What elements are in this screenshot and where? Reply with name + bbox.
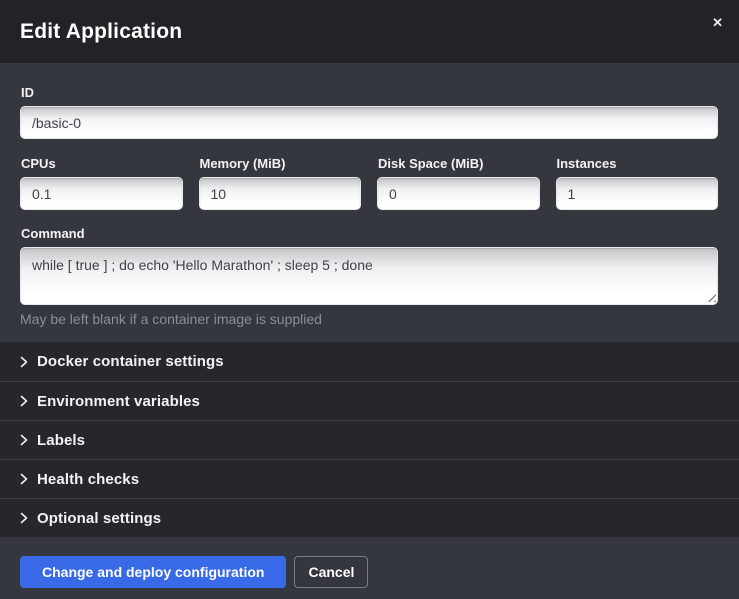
command-help-text: May be left blank if a container image i… [20, 311, 718, 327]
section-label: Health checks [37, 471, 139, 488]
section-label: Optional settings [37, 510, 161, 527]
chevron-right-icon [20, 512, 28, 524]
command-textarea-wrap: while [ true ] ; do echo 'Hello Marathon… [20, 247, 718, 305]
section-label: Docker container settings [37, 353, 224, 370]
resources-row: CPUs Memory (MiB) Disk Space (MiB) Insta… [20, 156, 718, 210]
instances-input[interactable] [556, 177, 719, 210]
section-environment-variables[interactable]: Environment variables [0, 381, 739, 420]
section-health-checks[interactable]: Health checks [0, 459, 739, 498]
cpus-label: CPUs [21, 156, 183, 171]
disk-input[interactable] [377, 177, 540, 210]
settings-accordion: Docker container settings Environment va… [0, 342, 739, 537]
cpus-input[interactable] [20, 177, 183, 210]
command-textarea[interactable]: while [ true ] ; do echo 'Hello Marathon… [20, 247, 718, 305]
section-optional-settings[interactable]: Optional settings [0, 498, 739, 537]
disk-field-group: Disk Space (MiB) [377, 156, 540, 210]
chevron-right-icon [20, 473, 28, 485]
modal-footer: Change and deploy configuration Cancel [0, 537, 739, 599]
instances-field-group: Instances [556, 156, 719, 210]
chevron-right-icon [20, 356, 28, 368]
command-label: Command [21, 226, 718, 241]
memory-label: Memory (MiB) [200, 156, 362, 171]
section-labels[interactable]: Labels [0, 420, 739, 459]
section-docker-container-settings[interactable]: Docker container settings [0, 342, 739, 381]
close-icon[interactable]: ✕ [710, 14, 725, 31]
instances-label: Instances [557, 156, 719, 171]
memory-field-group: Memory (MiB) [199, 156, 362, 210]
change-and-deploy-button[interactable]: Change and deploy configuration [20, 556, 286, 588]
disk-label: Disk Space (MiB) [378, 156, 540, 171]
modal-header: Edit Application ✕ [0, 1, 739, 63]
id-label: ID [21, 85, 718, 100]
cancel-button[interactable]: Cancel [294, 556, 368, 588]
id-input[interactable] [20, 106, 718, 139]
section-label: Environment variables [37, 393, 200, 410]
modal-title: Edit Application [20, 20, 182, 44]
memory-input[interactable] [199, 177, 362, 210]
chevron-right-icon [20, 434, 28, 446]
id-field-group: ID [20, 85, 718, 139]
command-field-group: Command while [ true ] ; do echo 'Hello … [20, 226, 718, 327]
cpus-field-group: CPUs [20, 156, 183, 210]
section-label: Labels [37, 432, 85, 449]
chevron-right-icon [20, 395, 28, 407]
application-form: ID CPUs Memory (MiB) Disk Space (MiB) In… [0, 63, 739, 327]
edit-application-modal: Edit Application ✕ ID CPUs Memory (MiB) … [0, 0, 739, 599]
